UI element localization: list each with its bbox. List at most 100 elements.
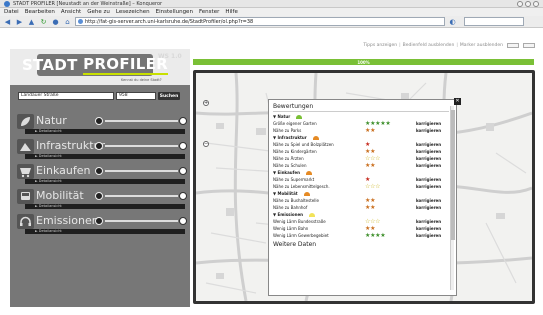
- reload-icon[interactable]: ↻: [39, 17, 48, 26]
- ratings-panel: ✕ Bewertungen ▼ Natur Größe eigener Gart…: [268, 98, 461, 296]
- correct-link[interactable]: korrigieren: [416, 204, 441, 211]
- more-data-heading[interactable]: Weitere Daten: [273, 241, 316, 248]
- browser-toolbar: ◀ ▶ ▲ ↻ ● ⌂ http://fat-gis-server.arch.u…: [0, 16, 543, 28]
- weight-slider[interactable]: [105, 145, 178, 147]
- weight-slider[interactable]: [105, 220, 178, 222]
- correct-link[interactable]: korrigieren: [416, 155, 441, 162]
- category-toggle[interactable]: [95, 192, 103, 200]
- category-toggle[interactable]: [95, 167, 103, 175]
- correct-link[interactable]: korrigieren: [416, 183, 441, 190]
- window-controls: [517, 0, 539, 7]
- zoom-in-icon[interactable]: +: [203, 100, 209, 106]
- category-toggle[interactable]: [95, 142, 103, 150]
- rating-stars: ☆☆☆: [365, 183, 381, 190]
- category-label: Natur: [36, 114, 67, 127]
- rating-row: Nähe zu Schulen ★★ korrigieren: [273, 162, 442, 169]
- tagline: Kennst du deine Stadt?: [121, 78, 162, 82]
- slider-knob[interactable]: [179, 167, 187, 175]
- menu-einstellungen[interactable]: Einstellungen: [156, 9, 193, 15]
- version-label: WS 1.0: [158, 53, 182, 60]
- detail-view-link[interactable]: ► Detailansicht: [25, 129, 185, 134]
- menu-bar: Datei Bearbeiten Ansicht Gehe zu Lesezei…: [0, 8, 543, 16]
- weight-slider[interactable]: [105, 170, 178, 172]
- correct-link[interactable]: korrigieren: [416, 176, 441, 183]
- home-icon[interactable]: ⌂: [63, 17, 72, 26]
- slider-knob[interactable]: [179, 117, 187, 125]
- rating-stars: ★★★★: [365, 232, 386, 239]
- stop-icon[interactable]: ●: [51, 17, 60, 26]
- detail-view-link[interactable]: ► Detailansicht: [25, 154, 185, 159]
- category-label: Mobilität: [36, 189, 84, 202]
- building-icon: [312, 135, 319, 140]
- up-icon[interactable]: ▲: [27, 17, 36, 26]
- menu-ansicht[interactable]: Ansicht: [61, 9, 81, 15]
- category-toggle[interactable]: [95, 117, 103, 125]
- help-button[interactable]: [523, 43, 535, 48]
- correct-link[interactable]: korrigieren: [416, 232, 441, 239]
- zoom-control: + −: [203, 100, 210, 150]
- maximize-icon[interactable]: [525, 0, 531, 7]
- url-bar[interactable]: http://fat-gis-server.arch.uni-karlsruhe…: [75, 17, 445, 26]
- rating-row: Nähe zu Bushaltestelle ★★ korrigieren: [273, 197, 442, 204]
- browser-search-input[interactable]: [464, 17, 524, 26]
- correct-link[interactable]: korrigieren: [416, 225, 441, 232]
- zoom-out-icon[interactable]: −: [203, 141, 209, 147]
- menu-hilfe[interactable]: Hilfe: [225, 9, 238, 15]
- menu-datei[interactable]: Datei: [4, 9, 19, 15]
- detail-view-link[interactable]: ► Detailansicht: [25, 204, 185, 209]
- minimize-icon[interactable]: [517, 0, 523, 7]
- menu-fenster[interactable]: Fenster: [199, 9, 219, 15]
- rating-row: Nähe zu Supermarkt ★ korrigieren: [273, 176, 442, 183]
- slider-knob[interactable]: [179, 217, 187, 225]
- correct-link[interactable]: korrigieren: [416, 148, 441, 155]
- clear-location-icon[interactable]: ◐: [448, 17, 457, 26]
- close-window-icon[interactable]: [533, 0, 539, 7]
- url-text: http://fat-gis-server.arch.uni-karlsruhe…: [85, 18, 254, 25]
- address-search: Landauer Straße 958 Suchen: [18, 92, 180, 100]
- category-infrastruktur: Infrastruktur ► Detailansicht: [17, 139, 187, 161]
- panel-scrollbar[interactable]: [450, 106, 455, 290]
- weight-slider[interactable]: [105, 120, 178, 122]
- house-number-input[interactable]: 958: [116, 92, 156, 100]
- rating-row: Nähe zu Spiel und Bolzplätzen ★ korrigiere…: [273, 141, 442, 148]
- menu-gehe-zu[interactable]: Gehe zu: [87, 9, 110, 15]
- cart-icon: [305, 170, 312, 175]
- noise-icon: [309, 212, 316, 217]
- street-input[interactable]: Landauer Straße: [18, 92, 114, 100]
- slider-knob[interactable]: [179, 142, 187, 150]
- correct-link[interactable]: korrigieren: [416, 162, 441, 169]
- back-icon[interactable]: ◀: [3, 17, 12, 26]
- progress-fill: 100%: [193, 59, 534, 65]
- correct-link[interactable]: korrigieren: [416, 127, 441, 134]
- window-title: STADT PROFILER [Neustadt an der Weinstra…: [13, 0, 163, 7]
- correct-link[interactable]: korrigieren: [416, 218, 441, 225]
- detail-view-link[interactable]: ► Detailansicht: [25, 229, 185, 234]
- print-button[interactable]: [507, 43, 519, 48]
- weight-slider[interactable]: [105, 195, 178, 197]
- hide-markers-link[interactable]: Marker ausblenden: [460, 43, 503, 48]
- menu-lesezeichen[interactable]: Lesezeichen: [116, 9, 150, 15]
- panel-title: Bewertungen: [273, 103, 314, 110]
- correct-link[interactable]: korrigieren: [416, 197, 441, 204]
- slider-knob[interactable]: [179, 192, 187, 200]
- vehicle-icon: [17, 189, 34, 204]
- search-button[interactable]: Suchen: [158, 92, 180, 100]
- rating-stars: ★★★★★: [365, 120, 391, 127]
- correct-link[interactable]: korrigieren: [416, 141, 441, 148]
- loading-progress: 100%: [193, 59, 534, 65]
- rating-stars: ★★: [365, 127, 376, 134]
- category-toggle[interactable]: [95, 217, 103, 225]
- hide-panel-link[interactable]: Bedienfeld ausblenden: [403, 43, 455, 48]
- rating-stars: ☆☆☆: [365, 155, 381, 162]
- rating-stars: ★★: [365, 204, 376, 211]
- window-titlebar: STADT PROFILER [Neustadt an der Weinstra…: [0, 0, 543, 8]
- correct-link[interactable]: korrigieren: [416, 120, 441, 127]
- rating-stars: ★★: [365, 225, 376, 232]
- menu-bearbeiten[interactable]: Bearbeiten: [25, 9, 55, 15]
- scroll-thumb[interactable]: [451, 110, 455, 240]
- forward-icon[interactable]: ▶: [15, 17, 24, 26]
- detail-view-link[interactable]: ► Detailansicht: [25, 179, 185, 184]
- rating-stars: ★★: [365, 148, 376, 155]
- close-icon[interactable]: ✕: [454, 98, 461, 105]
- tips-link[interactable]: Tipps anzeigen: [363, 43, 397, 48]
